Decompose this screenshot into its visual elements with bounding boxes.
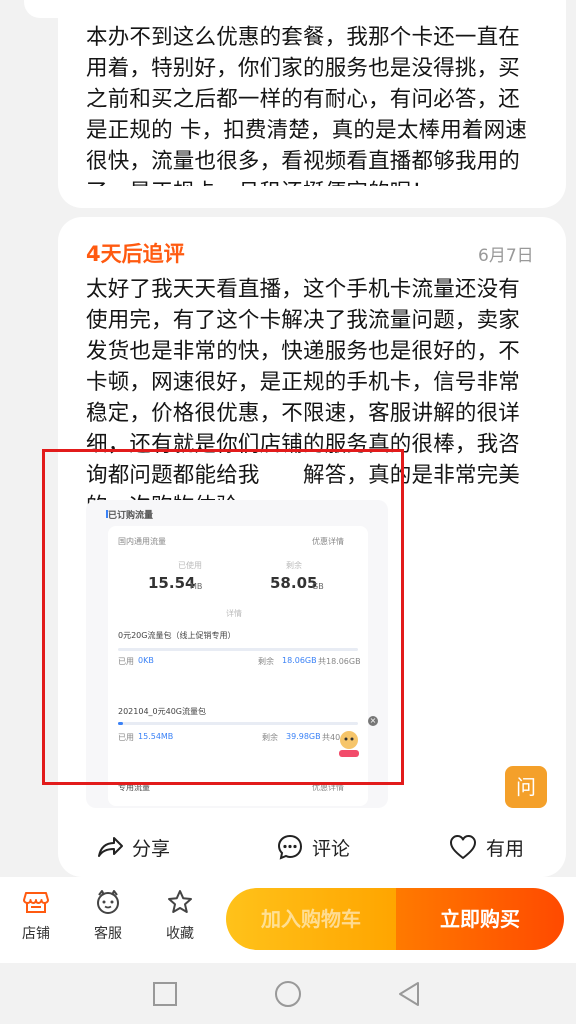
followup-date: 6月7日 bbox=[478, 246, 534, 266]
highlight-box bbox=[42, 449, 404, 785]
share-button[interactable]: 分享 bbox=[96, 832, 170, 862]
comment-label: 评论 bbox=[312, 837, 351, 860]
share-icon bbox=[98, 837, 123, 857]
followup-label: 4天后追评 bbox=[86, 242, 185, 266]
recents-icon[interactable] bbox=[152, 981, 178, 1007]
back-icon[interactable] bbox=[396, 980, 422, 1008]
heart-icon bbox=[450, 835, 476, 859]
ask-button[interactable]: 问 bbox=[505, 766, 547, 808]
helpful-button[interactable]: 有用 bbox=[448, 832, 524, 862]
store-tab[interactable]: 店铺 bbox=[8, 889, 64, 943]
favorite-tab[interactable]: 收藏 bbox=[152, 889, 208, 943]
home-icon[interactable] bbox=[274, 980, 302, 1008]
store-icon bbox=[23, 892, 49, 913]
review-text-previous: 本办不到这么优惠的套餐，我那个卡还一直在用着，特别好，你们家的服务也是没得挑，买… bbox=[86, 25, 528, 186]
helpful-label: 有用 bbox=[486, 837, 525, 860]
store-label: 店铺 bbox=[22, 926, 50, 942]
favorite-label: 收藏 bbox=[166, 926, 194, 942]
system-navigation-bar bbox=[0, 963, 576, 1024]
star-icon bbox=[168, 890, 192, 913]
comment-icon bbox=[277, 834, 303, 860]
comment-button[interactable]: 评论 bbox=[276, 832, 350, 862]
service-label: 客服 bbox=[94, 926, 122, 942]
buy-now-button[interactable]: 立即购买 bbox=[396, 888, 564, 950]
service-tab[interactable]: 客服 bbox=[80, 889, 136, 943]
service-icon bbox=[97, 890, 119, 914]
bottom-bar: 店铺 客服 收藏 加入购物车 立即购买 bbox=[0, 877, 576, 963]
add-to-cart-button[interactable]: 加入购物车 bbox=[226, 888, 396, 950]
share-label: 分享 bbox=[132, 837, 171, 860]
